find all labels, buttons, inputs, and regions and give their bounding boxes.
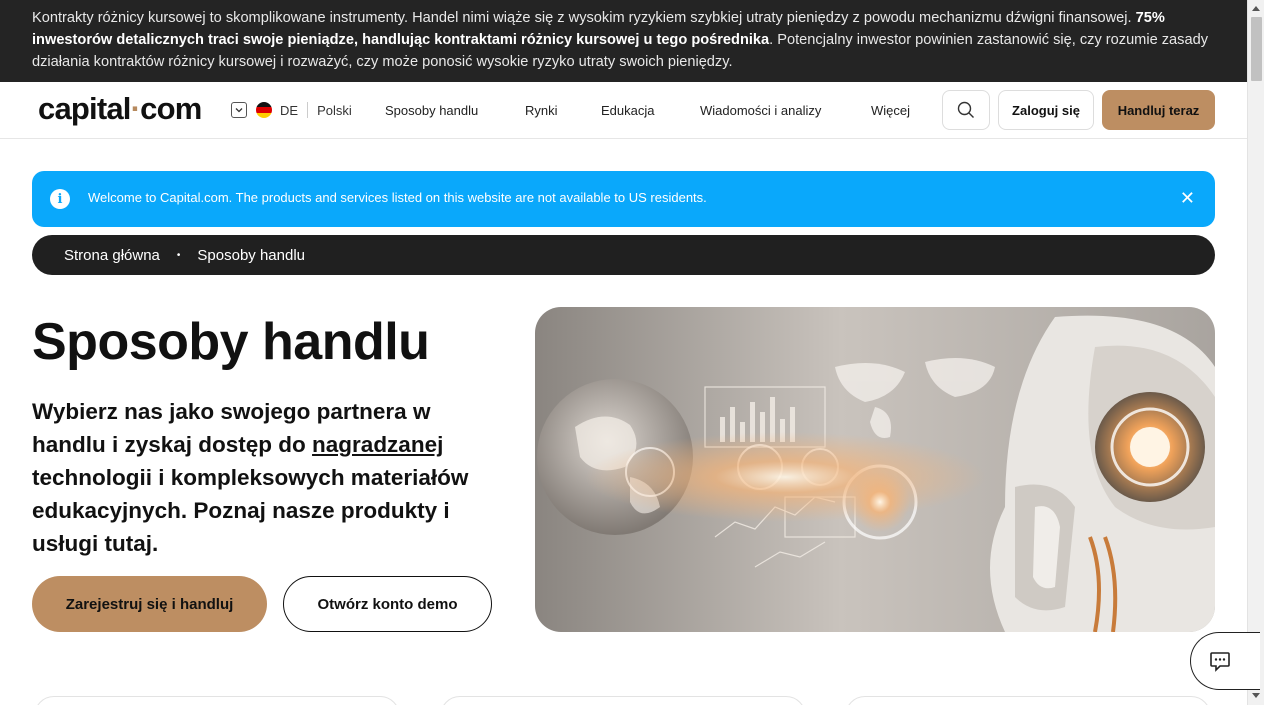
site-header: capital·com DE Polski Sposoby handlu Ryn… xyxy=(0,82,1247,139)
lead-text-end: technologii i kompleksowych materiałów e… xyxy=(32,465,469,556)
nav-markets[interactable]: Rynki xyxy=(525,103,558,118)
risk-warning-banner: Kontrakty różnicy kursowej to skomplikow… xyxy=(0,0,1247,82)
open-demo-account-button[interactable]: Otwórz konto demo xyxy=(283,576,492,632)
risk-text: Kontrakty różnicy kursowej to skomplikow… xyxy=(32,10,1136,26)
german-flag-icon xyxy=(256,102,272,118)
product-card[interactable] xyxy=(34,696,400,705)
awarded-link[interactable]: nagradzanej xyxy=(312,432,443,457)
close-icon[interactable]: ✕ xyxy=(1180,188,1195,208)
product-card[interactable] xyxy=(845,696,1211,705)
search-icon xyxy=(957,101,974,118)
info-icon: i xyxy=(50,189,70,209)
trade-now-button[interactable]: Handluj teraz xyxy=(1102,90,1215,130)
page-scrollbar[interactable] xyxy=(1247,0,1264,705)
scroll-down-arrow-icon[interactable] xyxy=(1252,693,1260,698)
breadcrumb-home[interactable]: Strona główna xyxy=(64,247,160,264)
hero-lead: Wybierz nas jako swojego partnera w hand… xyxy=(32,395,502,560)
notice-message: Welcome to Capital.com. The products and… xyxy=(88,190,707,205)
login-button[interactable]: Zaloguj się xyxy=(998,90,1094,130)
us-residents-notice: i Welcome to Capital.com. The products a… xyxy=(32,171,1215,227)
register-and-trade-button[interactable]: Zarejestruj się i handluj xyxy=(32,576,267,632)
breadcrumb: Strona główna • Sposoby handlu xyxy=(32,235,1215,275)
nav-education[interactable]: Edukacja xyxy=(601,103,654,118)
nav-more[interactable]: Więcej xyxy=(871,103,910,118)
chevron-down-icon[interactable] xyxy=(231,102,247,118)
page-title: Sposoby handlu xyxy=(32,313,430,371)
chat-icon xyxy=(1210,652,1230,672)
region-code[interactable]: DE xyxy=(280,103,298,118)
search-button[interactable] xyxy=(942,90,990,130)
language-divider xyxy=(307,102,309,118)
language-label[interactable]: Polski xyxy=(317,103,352,118)
logo-text-left: capital xyxy=(38,91,131,126)
language-selector[interactable]: DE Polski xyxy=(231,101,352,119)
scroll-up-arrow-icon[interactable] xyxy=(1252,6,1260,11)
breadcrumb-separator: • xyxy=(176,249,181,261)
hero-image-ai-robot xyxy=(535,307,1215,632)
logo-text-right: com xyxy=(140,91,202,126)
product-card[interactable] xyxy=(440,696,806,705)
nav-news-analysis[interactable]: Wiadomości i analizy xyxy=(700,103,821,118)
scrollbar-thumb[interactable] xyxy=(1251,17,1262,81)
logo-dot: · xyxy=(130,91,141,126)
capital-com-logo[interactable]: capital·com xyxy=(38,91,202,127)
chat-widget-button[interactable] xyxy=(1190,632,1260,690)
nav-ways-to-trade[interactable]: Sposoby handlu xyxy=(385,103,478,118)
breadcrumb-current: Sposoby handlu xyxy=(197,246,306,264)
